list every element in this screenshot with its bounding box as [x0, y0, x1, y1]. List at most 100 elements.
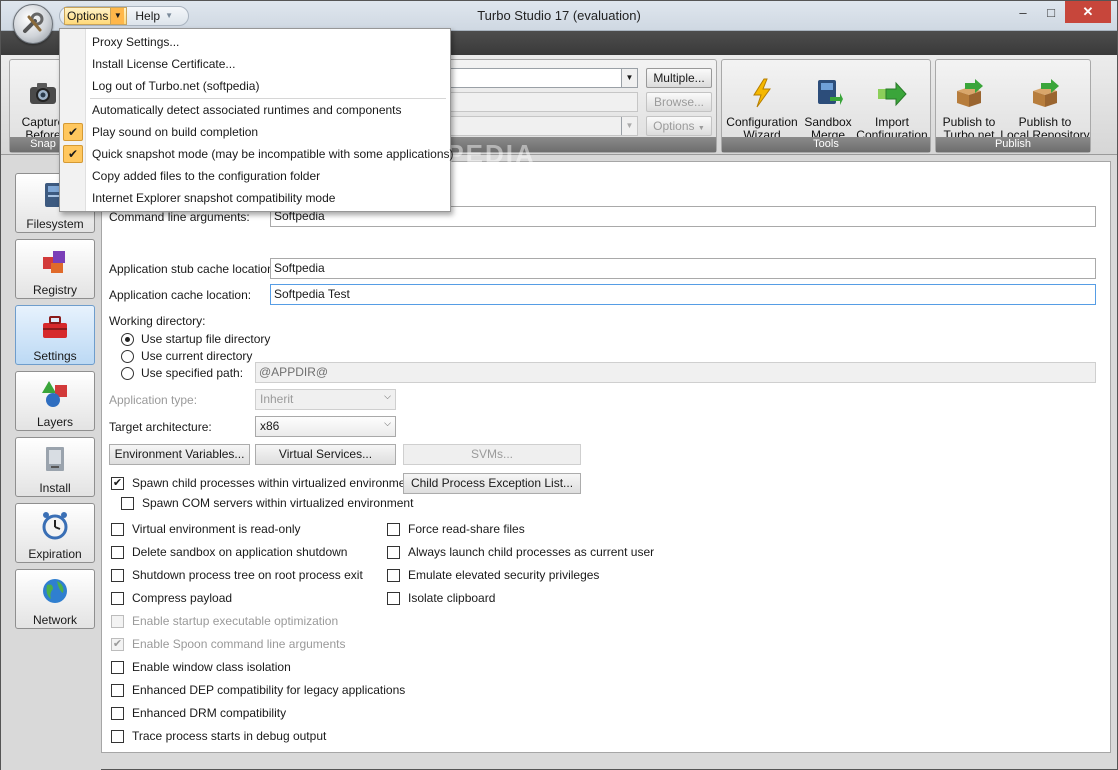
child-process-exception-button[interactable]: Child Process Exception List... — [403, 473, 581, 494]
menu-item[interactable]: Internet Explorer snapshot compatibility… — [60, 187, 450, 209]
option-checkbox[interactable]: Enhanced DEP compatibility for legacy ap… — [111, 683, 405, 697]
sidebar-item-install[interactable]: Install — [15, 437, 95, 497]
specified-path-input[interactable]: @APPDIR@ — [255, 362, 1096, 383]
radio-dot[interactable] — [121, 366, 134, 380]
checkbox-box[interactable] — [387, 591, 400, 605]
quick-menu-bar: Options ▼ Help ▼ — [59, 6, 190, 26]
option-checkbox[interactable]: Shutdown process tree on root process ex… — [111, 568, 363, 582]
sidebar-item-network[interactable]: Network — [15, 569, 95, 629]
option-checkbox-label: Shutdown process tree on root process ex… — [132, 568, 363, 582]
option-checkbox[interactable]: Enhanced DRM compatibility — [111, 706, 286, 720]
browse-button[interactable]: Browse... — [646, 92, 712, 112]
sidebar-item-layers[interactable]: Layers — [15, 371, 95, 431]
import-configuration-button[interactable]: Import Configuration — [856, 64, 928, 142]
checkbox-box[interactable]: ✔ — [111, 637, 124, 651]
spawn-child-checkbox[interactable]: ✔ Spawn child processes within virtualiz… — [111, 476, 415, 490]
checkbox-box[interactable] — [111, 568, 124, 582]
option-checkbox-label: Compress payload — [132, 591, 233, 605]
spawn-com-checkbox[interactable]: Spawn COM servers within virtualized env… — [121, 496, 413, 510]
menu-item[interactable]: Copy added files to the configuration fo… — [60, 165, 450, 187]
option-checkbox[interactable]: Delete sandbox on application shutdown — [111, 545, 347, 559]
minimize-button[interactable]: – — [1009, 1, 1037, 23]
option-checkbox[interactable]: Virtual environment is read-only — [111, 522, 301, 536]
publish-turbo-button[interactable]: Publish to Turbo.net — [938, 64, 1000, 142]
checkbox-box[interactable] — [121, 496, 134, 510]
menu-item[interactable]: Automatically detect associated runtimes… — [60, 99, 450, 121]
checkbox-box[interactable] — [111, 591, 124, 605]
publish-box-icon — [1033, 79, 1059, 107]
checkbox-box[interactable]: ✔ — [111, 476, 124, 490]
option-checkbox-label: Always launch child processes as current… — [408, 545, 655, 559]
svms-button[interactable]: SVMs... — [403, 444, 581, 465]
environment-variables-button[interactable]: Environment Variables... — [109, 444, 250, 465]
checkbox-box[interactable] — [387, 522, 400, 536]
radio-startup-dir[interactable]: Use startup file directory — [121, 332, 270, 346]
publish-local-repo-button[interactable]: Publish to Local Repository — [1000, 64, 1090, 142]
checkbox-box[interactable] — [111, 683, 124, 697]
target-arch-select[interactable]: x86 ⌵ — [255, 416, 396, 437]
sidebar-item-label: Install — [39, 481, 71, 495]
camera-icon — [30, 83, 56, 104]
option-checkbox-label: Emulate elevated security privileges — [408, 568, 600, 582]
checkbox-box[interactable] — [111, 614, 124, 628]
menu-item[interactable]: Log out of Turbo.net (softpedia) — [60, 75, 450, 97]
radio-dot[interactable] — [121, 332, 134, 346]
close-button[interactable]: ✕ — [1065, 1, 1111, 23]
radio-specified-path[interactable]: Use specified path: — [121, 366, 243, 380]
stub-cache-input[interactable]: Softpedia — [270, 258, 1096, 279]
option-checkbox[interactable]: Enable startup executable optimization — [111, 614, 338, 628]
checkbox-box[interactable] — [111, 729, 124, 743]
configuration-wizard-button[interactable]: Configuration Wizard — [726, 64, 798, 142]
cmdline-label: Command line arguments: — [109, 210, 250, 224]
checkbox-box[interactable] — [111, 706, 124, 720]
chevron-down-icon[interactable]: ▼ — [621, 69, 637, 87]
option-checkbox[interactable]: Isolate clipboard — [387, 591, 495, 605]
menu-item[interactable]: Install License Certificate... — [60, 53, 450, 75]
maximize-button[interactable]: □ — [1037, 1, 1065, 23]
option-checkbox[interactable]: Emulate elevated security privileges — [387, 568, 599, 582]
chevron-down-icon[interactable]: ▼ — [162, 8, 176, 24]
option-checkbox[interactable]: ✔ Enable Spoon command line arguments — [111, 637, 345, 651]
menu-item-label: Proxy Settings... — [92, 35, 180, 49]
option-checkbox[interactable]: Trace process starts in debug output — [111, 729, 326, 743]
checkbox-box[interactable] — [111, 545, 124, 559]
checkbox-box[interactable] — [111, 660, 124, 674]
option-checkbox-label: Virtual environment is read-only — [132, 522, 301, 536]
sandbox-merge-button[interactable]: Sandbox Merge — [800, 64, 856, 142]
sidebar-item-settings[interactable]: Settings — [15, 305, 95, 365]
window-controls: – □ ✕ — [1009, 1, 1111, 23]
multiple-button[interactable]: Multiple... — [646, 68, 712, 88]
help-menu-button[interactable]: Help ▼ — [133, 7, 178, 25]
app-type-select[interactable]: Inherit ⌵ — [255, 389, 396, 410]
options-button[interactable]: Options ▼ — [646, 116, 712, 136]
option-checkbox-label: Enable window class isolation — [132, 660, 291, 674]
option-checkbox[interactable]: Enable window class isolation — [111, 660, 291, 674]
checkbox-box[interactable] — [387, 568, 400, 582]
menu-item[interactable]: Proxy Settings... — [60, 31, 450, 53]
sidebar-item-registry[interactable]: Registry — [15, 239, 95, 299]
option-checkbox[interactable]: Compress payload — [111, 591, 232, 605]
menu-item[interactable]: ✔ Play sound on build completion — [60, 121, 450, 143]
radio-current-dir[interactable]: Use current directory — [121, 349, 252, 363]
sidebar-item-expiration[interactable]: Expiration — [15, 503, 95, 563]
checkbox-box[interactable] — [387, 545, 400, 559]
radio-dot[interactable] — [121, 349, 134, 363]
option-checkbox[interactable]: Force read-share files — [387, 522, 525, 536]
app-menu-orb[interactable] — [13, 4, 53, 44]
checkbox-box[interactable] — [111, 522, 124, 536]
app-cache-label: Application cache location: — [109, 288, 252, 302]
menu-item[interactable]: ✔ Quick snapshot mode (may be incompatibl… — [60, 143, 454, 165]
options-menu-button[interactable]: Options ▼ — [64, 7, 128, 25]
wizard-lightning-icon — [753, 78, 771, 108]
option-checkbox[interactable]: Always launch child processes as current… — [387, 545, 654, 559]
app-type-label: Application type: — [109, 393, 198, 407]
sidebar-item-label: Layers — [36, 415, 74, 429]
chevron-down-icon[interactable]: ▼ — [621, 117, 637, 135]
globe-icon — [43, 579, 67, 603]
sandbox-merge-icon — [818, 80, 843, 105]
chevron-down-icon[interactable]: ▼ — [110, 8, 125, 24]
virtual-services-button[interactable]: Virtual Services... — [255, 444, 396, 465]
option-checkbox-label: Force read-share files — [408, 522, 525, 536]
title-bar: Turbo Studio 17 (evaluation) Options ▼ H… — [1, 1, 1117, 31]
app-cache-input[interactable]: Softpedia Test — [270, 284, 1096, 305]
